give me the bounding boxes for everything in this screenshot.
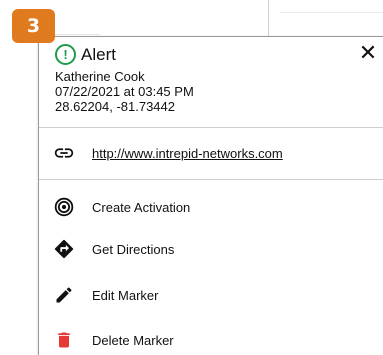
directions-icon <box>53 238 75 260</box>
pencil-icon <box>53 284 75 306</box>
create-activation-label: Create Activation <box>92 199 191 215</box>
get-directions-label: Get Directions <box>92 241 175 257</box>
marker-datetime: 07/22/2021 at 03:45 PM <box>55 84 194 99</box>
alert-icon: ! <box>55 44 76 65</box>
divider <box>39 179 383 180</box>
popup-title: Alert <box>81 45 116 64</box>
website-link-row[interactable]: http://www.intrepid-networks.com <box>39 133 383 173</box>
popup-header: ! Alert ✕ <box>55 42 377 66</box>
trash-icon <box>53 329 75 351</box>
delete-marker-button[interactable]: Delete Marker <box>39 320 383 355</box>
marker-name: Katherine Cook <box>55 69 145 84</box>
get-directions-button[interactable]: Get Directions <box>39 229 383 269</box>
edit-marker-button[interactable]: Edit Marker <box>39 275 383 315</box>
create-activation-button[interactable]: Create Activation <box>39 187 383 227</box>
marker-popup: ! Alert ✕ Katherine Cook 07/22/2021 at 0… <box>38 36 383 355</box>
target-icon <box>53 196 75 218</box>
close-icon[interactable]: ✕ <box>357 42 379 64</box>
step-badge: 3 <box>12 9 55 43</box>
website-link[interactable]: http://www.intrepid-networks.com <box>92 146 283 161</box>
divider <box>39 127 383 128</box>
background-divider <box>268 0 269 36</box>
link-icon <box>53 142 75 164</box>
screen: 3 ! Alert ✕ Katherine Cook 07/22/2021 at… <box>0 0 383 355</box>
marker-coordinates: 28.62204, -81.73442 <box>55 99 175 114</box>
background-divider <box>280 12 383 13</box>
delete-marker-label: Delete Marker <box>92 332 174 348</box>
edit-marker-label: Edit Marker <box>92 287 159 303</box>
marker-details: Katherine Cook 07/22/2021 at 03:45 PM 28… <box>55 69 194 114</box>
